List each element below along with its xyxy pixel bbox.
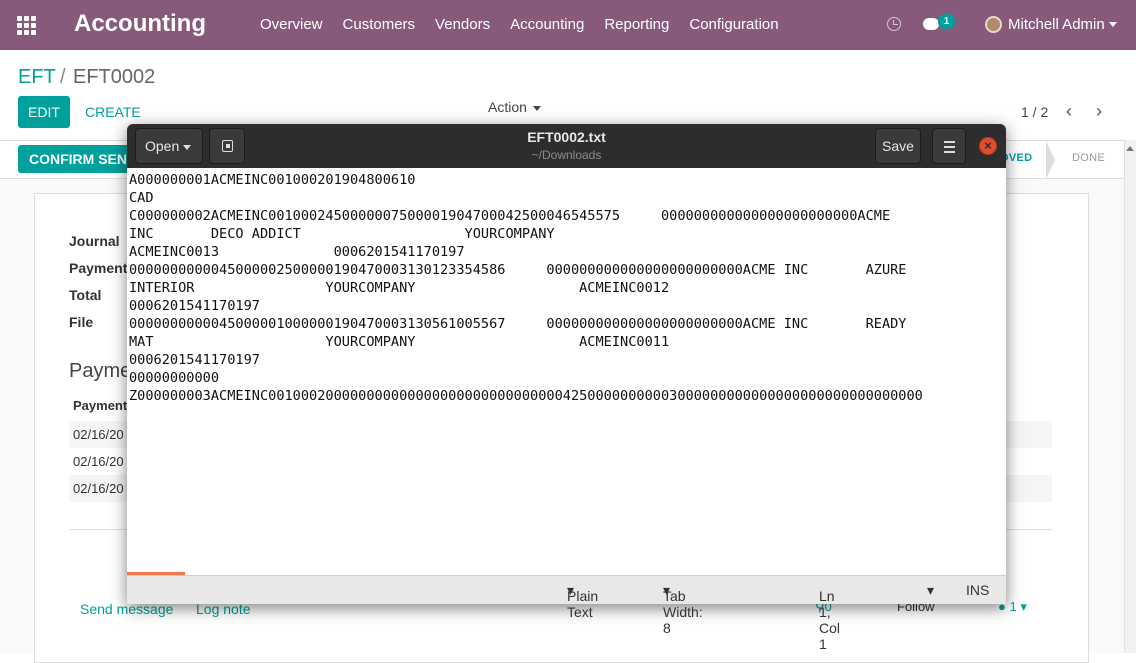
cursor-position-caret-icon[interactable]: ▾ (927, 582, 934, 599)
top-navbar: Accounting Overview Customers Vendors Ac… (0, 0, 1136, 50)
editor-text-area[interactable]: A000000001ACMEINC001000201904800610 CAD … (127, 168, 1006, 574)
text-line: ACMEINC0013 0006201541170197 (129, 244, 465, 260)
payments-section-title: Payme (69, 360, 132, 382)
menu-item-customers[interactable]: Customers (333, 0, 426, 50)
text-line: Z000000003ACMEINC00100020000000000000000… (129, 388, 923, 404)
text-editor-window: Open EFT0002.txt ~/Downloads Save × A000… (127, 124, 1006, 652)
menu-item-configuration[interactable]: Configuration (679, 0, 788, 50)
messaging-chat-icon[interactable] (923, 18, 939, 30)
action-label: Action (488, 99, 527, 115)
stage-done[interactable]: DONE (1072, 152, 1105, 164)
menu-item-overview[interactable]: Overview (250, 0, 333, 50)
breadcrumb-root[interactable]: EFT (18, 66, 56, 89)
create-button[interactable]: CREATE (85, 104, 141, 120)
file-content[interactable]: A000000001ACMEINC001000201904800610 CAD … (127, 168, 1006, 405)
text-line: 0006201541170197 (129, 352, 260, 368)
pager-value[interactable]: 1 / 2 (1021, 104, 1048, 120)
text-line: 0006201541170197 (129, 298, 260, 314)
pager-next-icon[interactable]: › (1096, 102, 1106, 120)
field-label-file: File (69, 314, 94, 330)
edit-button[interactable]: EDIT (18, 96, 70, 128)
user-avatar[interactable] (985, 16, 1002, 33)
stage-arrow (1046, 141, 1055, 179)
apps-menu-icon[interactable] (17, 16, 37, 36)
app-brand[interactable]: Accounting (74, 10, 206, 38)
menu-item-reporting[interactable]: Reporting (594, 0, 679, 50)
field-label-total: Total (69, 287, 102, 303)
text-line: MAT YOURCOMPANY ACMEINC0011 (129, 334, 670, 350)
messages-count-badge: 1 (938, 14, 955, 29)
activity-clock-icon[interactable] (887, 17, 901, 31)
hamburger-menu-icon[interactable] (932, 128, 966, 164)
close-icon[interactable]: × (979, 137, 997, 155)
scroll-up-arrow-icon[interactable] (1126, 146, 1134, 151)
text-line: 00000000000 (129, 370, 220, 386)
menu-item-vendors[interactable]: Vendors (425, 0, 500, 50)
syntax-mode-dropdown[interactable]: Plain Text ▾ (567, 582, 598, 620)
page-scrollbar[interactable] (1124, 140, 1136, 653)
followers-count: 1 (1009, 599, 1017, 614)
field-label-payment: Payment (69, 260, 128, 276)
text-line: INC DECO ADDICT YOURCOMPANY (129, 226, 555, 242)
user-menu-name[interactable]: Mitchell Admin (1008, 16, 1105, 33)
save-button[interactable]: Save (875, 128, 921, 164)
tab-width-label: Tab Width: 8 (663, 588, 703, 636)
text-line: A000000001ACMEINC001000201904800610 (129, 172, 416, 188)
confirm-send-button[interactable]: CONFIRM SEND (18, 145, 138, 173)
insert-mode-indicator[interactable]: INS (966, 582, 989, 598)
payments-table-header[interactable]: Payment (73, 398, 127, 413)
syntax-mode-label: Plain Text (567, 588, 599, 620)
tab-width-dropdown[interactable]: Tab Width: 8 ▾ (663, 582, 703, 636)
editor-headerbar: Open EFT0002.txt ~/Downloads Save × (127, 124, 1006, 168)
breadcrumb-separator: / (60, 66, 66, 88)
action-dropdown[interactable]: Action (488, 99, 541, 115)
cursor-position-label: Ln 1, Col 1 (819, 588, 841, 652)
text-line: CAD (129, 190, 154, 206)
pager-previous-icon[interactable]: ‹ (1066, 102, 1076, 120)
text-line: 0000000000045000001000000190470003130561… (129, 316, 907, 332)
caret-down-icon (532, 105, 541, 111)
field-label-journal: Journal (69, 233, 120, 249)
editor-statusbar: Plain Text ▾ Tab Width: 8 ▾ Ln 1, Col 1 … (127, 575, 1006, 652)
text-line: C000000002ACMEINC00100024500000075000019… (129, 208, 891, 224)
breadcrumb-current: EFT0002 (73, 66, 156, 88)
text-line: 0000000000045000002500000190470003130123… (129, 262, 907, 278)
user-menu-caret-icon[interactable] (1109, 22, 1117, 27)
menu-item-accounting[interactable]: Accounting (500, 0, 594, 50)
text-line: INTERIOR YOURCOMPANY ACMEINC0012 (129, 280, 670, 296)
main-menu: Overview Customers Vendors Accounting Re… (250, 0, 789, 50)
